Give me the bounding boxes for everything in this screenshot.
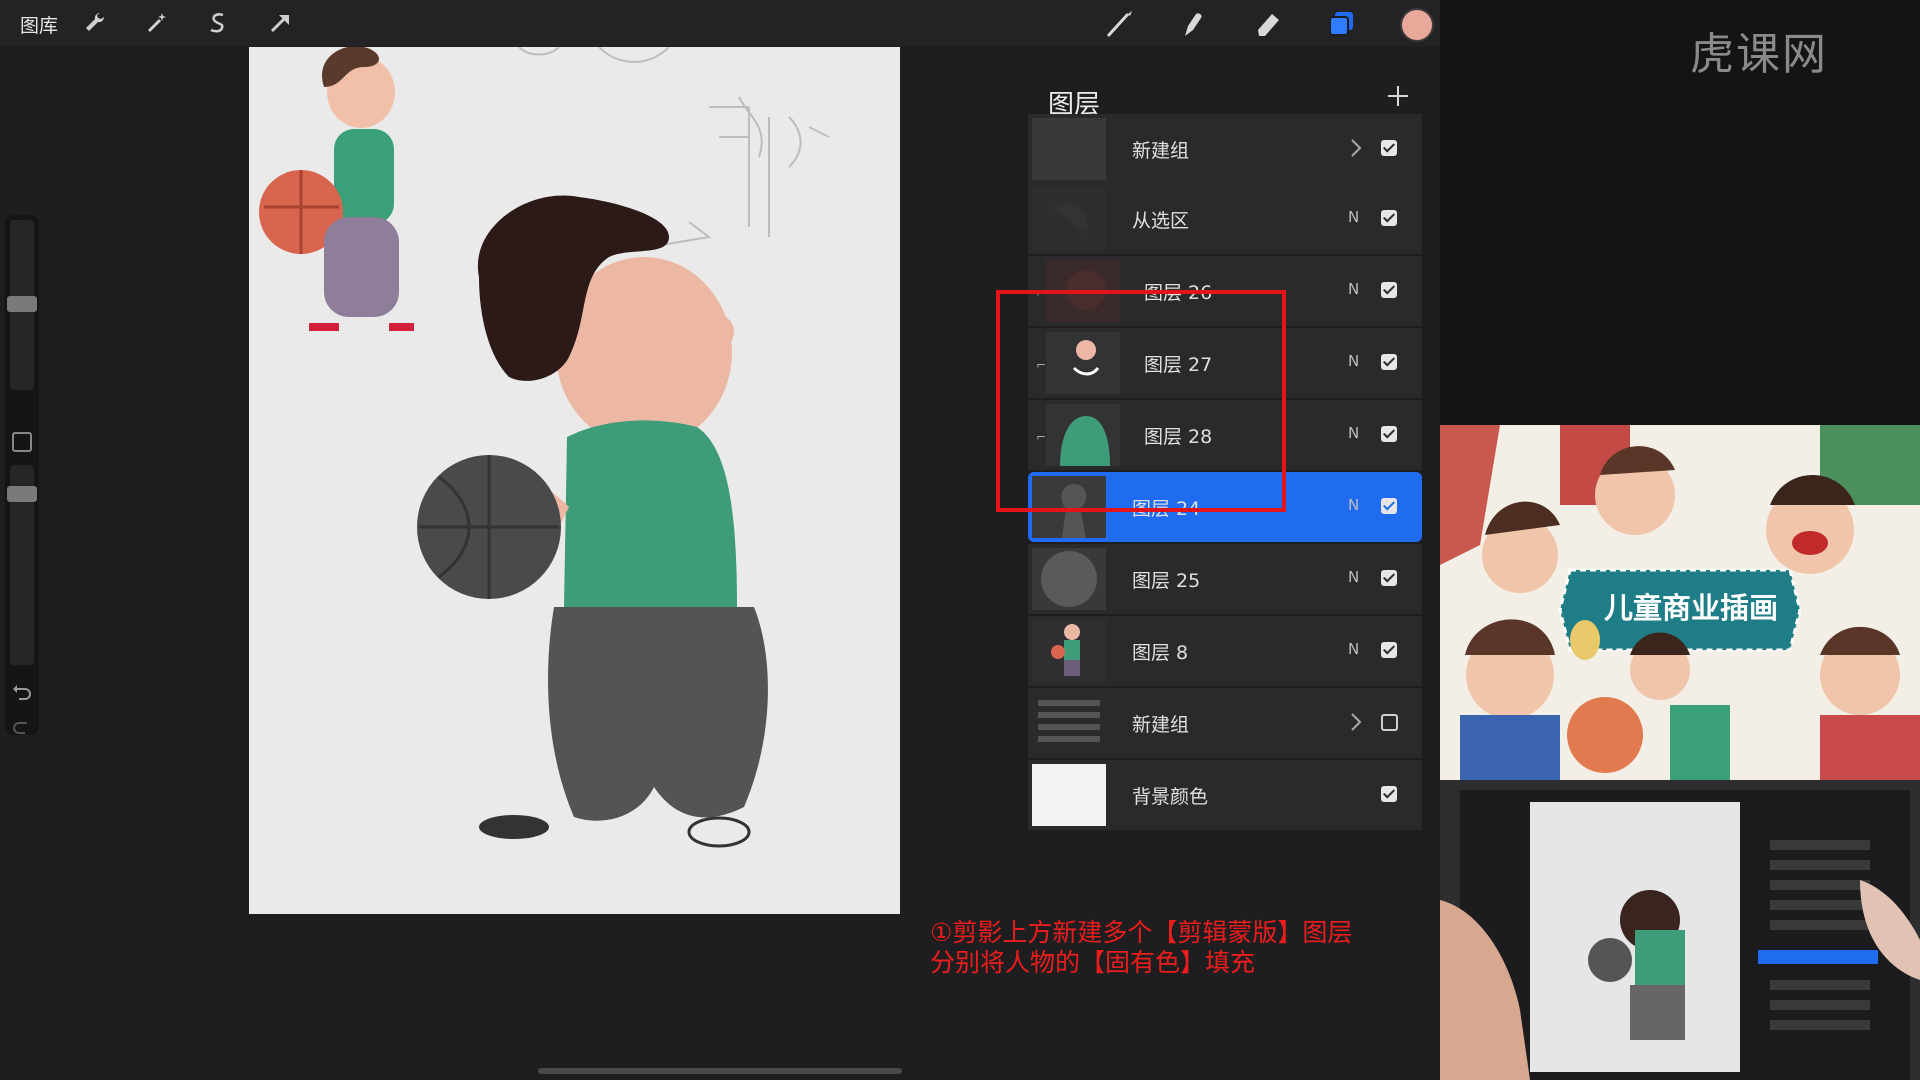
tutorial-caption: ①剪影上方新建多个【剪辑蒙版】图层 分别将人物的【固有色】填充 [930, 918, 1352, 978]
blend-mode-button[interactable]: N [1348, 280, 1359, 298]
color-picker-swatch[interactable] [1400, 8, 1434, 42]
caption-line-2: 分别将人物的【固有色】填充 [930, 948, 1256, 977]
layer-row[interactable]: 新建组 [1028, 114, 1422, 184]
highlight-box [996, 290, 1286, 512]
layer-row[interactable]: 新建组 [1028, 688, 1422, 758]
blend-mode-button[interactable]: N [1348, 352, 1359, 370]
brush-icon[interactable] [1102, 6, 1138, 42]
visibility-checkbox[interactable] [1381, 140, 1397, 156]
visibility-checkbox[interactable] [1381, 354, 1397, 370]
add-layer-icon[interactable] [1382, 80, 1414, 112]
layer-row[interactable]: 图层 25 N [1028, 544, 1422, 614]
layer-name: 新建组 [1132, 714, 1190, 736]
opacity-thumb[interactable] [7, 486, 37, 502]
layer-name: 图层 25 [1132, 570, 1201, 592]
video-frame [1440, 780, 1920, 1080]
visibility-checkbox[interactable] [1381, 570, 1397, 586]
layers-icon[interactable] [1323, 6, 1359, 42]
layer-thumbnail[interactable] [1032, 764, 1106, 826]
visibility-checkbox[interactable] [1381, 786, 1397, 802]
instructor-video [1440, 780, 1920, 1080]
drawing-canvas[interactable] [249, 47, 900, 914]
home-indicator [538, 1068, 902, 1074]
chevron-right-icon[interactable] [1348, 710, 1364, 734]
visibility-checkbox[interactable] [1381, 282, 1397, 298]
wrench-icon[interactable] [82, 10, 108, 36]
layer-name: 图层 8 [1132, 642, 1189, 664]
procreate-app: 图库 图层 新建组 从选区 N ⌐ 图层 26 N ⌐ 图层 27 N ⌐ 图层… [0, 0, 1440, 1080]
caption-line-1: ①剪影上方新建多个【剪辑蒙版】图层 [930, 918, 1353, 947]
transform-arrow-icon[interactable] [267, 10, 293, 36]
layer-name: 背景颜色 [1132, 786, 1209, 808]
visibility-checkbox[interactable] [1381, 714, 1398, 731]
visibility-checkbox[interactable] [1381, 498, 1397, 514]
blend-mode-button[interactable]: N [1348, 640, 1359, 658]
selection-icon[interactable] [205, 10, 231, 36]
layer-thumbnail[interactable] [1032, 620, 1106, 682]
layer-thumbnail[interactable] [1032, 548, 1106, 610]
layer-thumbnail[interactable] [1032, 188, 1106, 250]
blend-mode-button[interactable]: N [1348, 424, 1359, 442]
visibility-checkbox[interactable] [1381, 210, 1397, 226]
blend-mode-button[interactable]: N [1348, 568, 1359, 586]
brand-watermark: 虎课网 [1690, 29, 1828, 80]
smudge-icon[interactable] [1176, 6, 1212, 42]
eyedropper-square-icon[interactable] [12, 432, 32, 452]
layer-name: 从选区 [1132, 210, 1190, 232]
blend-mode-button[interactable]: N [1348, 208, 1359, 226]
layer-thumbnail[interactable] [1032, 692, 1106, 754]
layer-name: 新建组 [1132, 140, 1190, 162]
opacity-slider[interactable] [7, 465, 37, 665]
left-sidebar [5, 215, 39, 735]
illustration-boy [249, 47, 900, 914]
layer-row[interactable]: 图层 8 N [1028, 616, 1422, 686]
eraser-icon[interactable] [1250, 6, 1286, 42]
visibility-checkbox[interactable] [1381, 426, 1397, 442]
course-cover: 儿童商业插画 [1440, 425, 1920, 780]
cover-title: 儿童商业插画 [1603, 591, 1778, 625]
layer-row[interactable]: 从选区 N [1028, 184, 1422, 254]
redo-icon[interactable] [11, 715, 33, 737]
layer-thumbnail[interactable] [1032, 118, 1106, 180]
blend-mode-button[interactable]: N [1348, 496, 1359, 514]
brush-size-thumb[interactable] [7, 296, 37, 312]
magic-wand-icon[interactable] [144, 10, 170, 36]
gallery-button[interactable]: 图库 [20, 11, 58, 38]
chevron-right-icon[interactable] [1348, 136, 1364, 160]
undo-icon[interactable] [11, 681, 33, 703]
top-toolbar: 图库 [0, 0, 1440, 46]
brush-size-slider[interactable] [7, 220, 37, 390]
layer-row[interactable]: 背景颜色 [1028, 760, 1422, 830]
visibility-checkbox[interactable] [1381, 642, 1397, 658]
